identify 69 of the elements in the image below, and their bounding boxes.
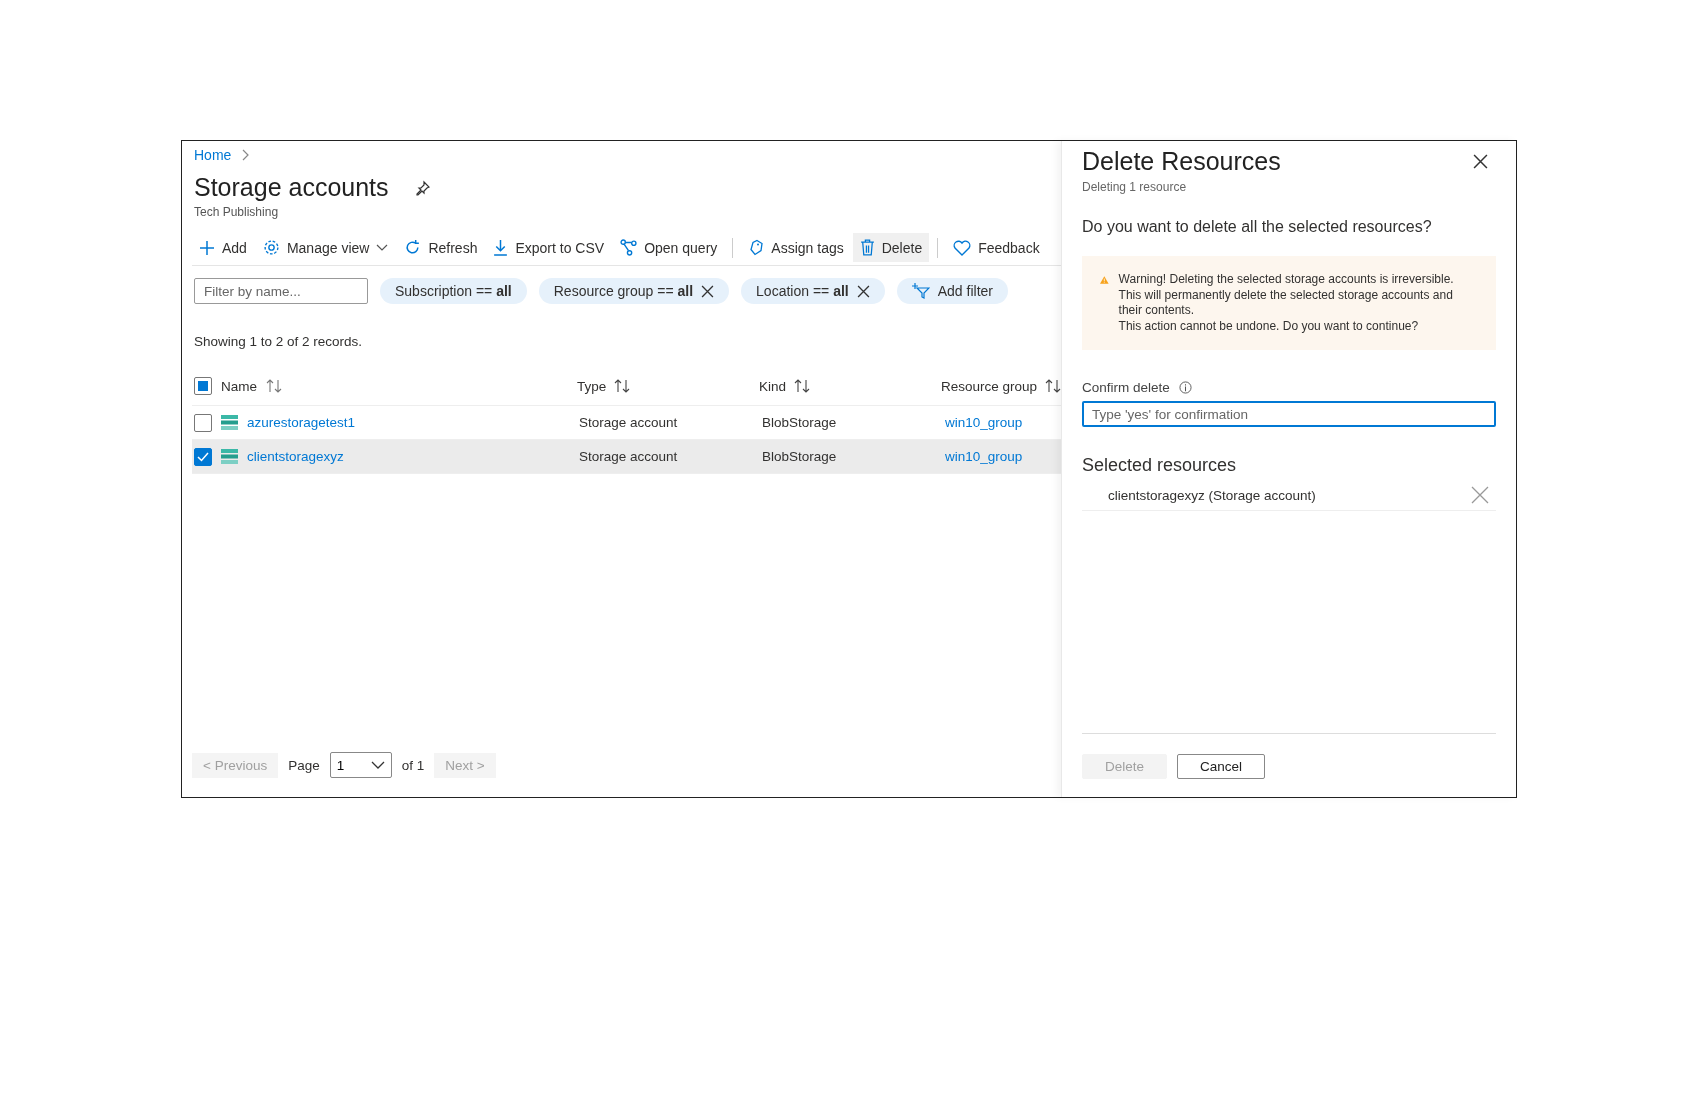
- info-icon[interactable]: [1178, 381, 1192, 394]
- refresh-icon: [404, 239, 422, 256]
- sort-icon[interactable]: [614, 379, 631, 393]
- resource-group-link[interactable]: win10_group: [945, 449, 1023, 464]
- filter-field[interactable]: Filter by name...: [194, 278, 368, 304]
- tag-icon: [748, 239, 765, 256]
- settings-icon: [262, 239, 280, 256]
- toolbar-button[interactable]: Export to CSV: [486, 233, 612, 262]
- page-subtitle: Tech Publishing: [194, 205, 280, 219]
- column-header[interactable]: Resource group: [940, 378, 1037, 394]
- toolbar-button[interactable]: Feedback: [946, 233, 1047, 262]
- page-dropdown[interactable]: 1: [329, 752, 392, 778]
- close-icon[interactable]: [701, 284, 715, 298]
- row-checkbox[interactable]: [194, 413, 212, 432]
- selected-resource: clientstoragexyz (Storage account): [1108, 487, 1316, 503]
- heart-icon: [953, 239, 972, 256]
- question-text: Do you want to delete all the selected resources?: [1082, 218, 1433, 236]
- add-filter-button[interactable]: Add filter: [896, 278, 1008, 304]
- pin-icon[interactable]: [414, 179, 431, 196]
- toolbar-button[interactable]: Delete: [852, 233, 930, 262]
- toolbar-button[interactable]: Manage view: [255, 233, 396, 262]
- toolbar-button[interactable]: Assign tags: [741, 233, 851, 262]
- sort-icon[interactable]: [1045, 379, 1061, 393]
- sort-icon[interactable]: [266, 379, 282, 393]
- close-icon[interactable]: [856, 284, 870, 298]
- page-label: Page: [288, 757, 320, 773]
- filter-pill[interactable]: Location == all: [741, 278, 885, 304]
- trash-icon: [859, 239, 875, 256]
- filter-add-icon: [911, 283, 930, 299]
- table-cell-text: Storage account: [579, 449, 679, 464]
- breadcrumb-link[interactable]: Home: [194, 147, 232, 163]
- page-title: Storage accounts: [194, 173, 389, 202]
- sort-icon[interactable]: [793, 379, 810, 393]
- close-icon[interactable]: [1473, 154, 1488, 169]
- download-icon: [493, 239, 509, 256]
- row-checkbox[interactable]: [194, 447, 212, 466]
- chevron-icon: [241, 149, 250, 161]
- toolbar-button[interactable]: Add: [192, 233, 254, 262]
- page-count: of 1: [401, 757, 425, 773]
- storage-icon: [221, 449, 238, 464]
- select-all-checkbox[interactable]: [194, 377, 212, 395]
- table-row[interactable]: clientstoragexyz Storage account BlobStorage win10_group: [192, 440, 1061, 474]
- toolbar-button[interactable]: Open query: [613, 233, 725, 262]
- column-header[interactable]: Kind: [758, 378, 786, 394]
- panel-subtitle: Deleting 1 resource: [1082, 180, 1188, 194]
- chevron-down-icon: [370, 761, 385, 769]
- footer-button[interactable]: Cancel: [1177, 754, 1266, 779]
- filter-pill[interactable]: Resource group == all: [538, 278, 730, 304]
- toolbar-button[interactable]: Refresh: [397, 233, 485, 262]
- warning-text: This action cannot be undone. Do you want to continue?: [1118, 318, 1420, 334]
- confirm-field[interactable]: Type 'yes' for confirmation: [1082, 401, 1496, 427]
- records-count: Showing 1 to 2 of 2 records.: [194, 334, 364, 349]
- nodes-icon: [620, 239, 638, 256]
- resource-link[interactable]: clientstoragexyz: [247, 449, 344, 464]
- filter-pill[interactable]: Subscription == all: [380, 278, 527, 304]
- remove-icon[interactable]: [1471, 486, 1489, 504]
- table-cell-text: BlobStorage: [762, 449, 838, 464]
- table-cell-text: Storage account: [579, 415, 679, 430]
- column-header[interactable]: Type: [576, 378, 607, 394]
- warning-text: Warning! Deleting the selected storage accounts is irreversible. This will permanently delete the selected storage accounts and their contents.: [1118, 272, 1455, 319]
- panel-title: Delete Resources: [1082, 147, 1281, 176]
- section-heading: Selected resources: [1082, 455, 1238, 476]
- storage-icon: [221, 415, 238, 430]
- field-label: Confirm delete: [1082, 380, 1170, 395]
- table-cell-text: BlobStorage: [762, 415, 838, 430]
- resource-link[interactable]: azurestoragetest1: [247, 415, 356, 430]
- resource-group-link[interactable]: win10_group: [945, 415, 1023, 430]
- plus-icon: [199, 239, 215, 256]
- column-header[interactable]: Name: [221, 378, 257, 394]
